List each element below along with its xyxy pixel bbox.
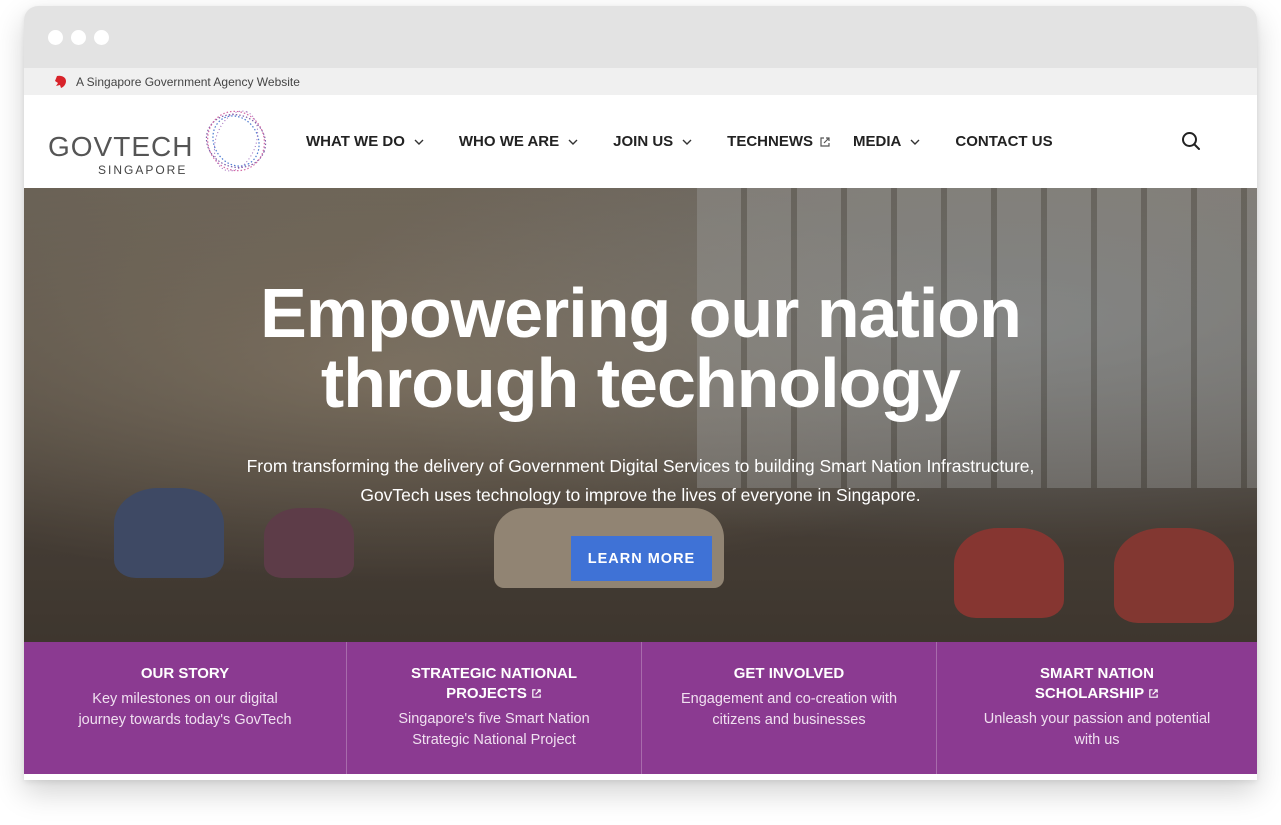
nav-item-label: MEDIA: [853, 133, 902, 150]
main-navigation: GOVTECH SINGAPORE WHAT WE DO WHO WE ARE …: [24, 95, 1257, 188]
lion-head-icon: [55, 75, 66, 88]
external-link-icon: [532, 689, 541, 698]
nav-menu: WHAT WE DO WHO WE ARE JOIN US TECHNEWS M…: [306, 95, 1087, 188]
search-icon[interactable]: [1181, 131, 1201, 151]
card-title: STRATEGIC NATIONAL PROJECTS: [347, 664, 641, 704]
hero-subtitle: From transforming the delivery of Govern…: [24, 452, 1257, 510]
nav-item-contact-us[interactable]: CONTACT US: [955, 133, 1052, 150]
card-strategic-national-projects[interactable]: STRATEGIC NATIONAL PROJECTS Singapore's …: [347, 642, 642, 774]
card-title: GET INVOLVED: [642, 664, 936, 684]
government-masthead: A Singapore Government Agency Website: [24, 68, 1257, 95]
card-description: Singapore's five Smart Nation Strategic …: [347, 709, 641, 750]
nav-item-label: WHAT WE DO: [306, 133, 405, 150]
nav-item-label: TECHNEWS: [727, 133, 814, 150]
card-title-text: PROJECTS: [446, 685, 527, 702]
card-description-line: citizens and businesses: [712, 711, 866, 728]
card-smart-nation-scholarship[interactable]: SMART NATION SCHOLARSHIP Unleash your pa…: [937, 642, 1257, 774]
card-title: OUR STORY: [24, 664, 346, 684]
browser-window: A Singapore Government Agency Website GO…: [24, 6, 1257, 780]
window-dot-close[interactable]: [48, 30, 63, 45]
logo-subtext: SINGAPORE: [98, 163, 188, 177]
chevron-down-icon: [568, 139, 578, 145]
card-description-line: journey towards today's GovTech: [78, 711, 292, 728]
card-description-line: Singapore's five Smart Nation: [398, 711, 590, 727]
masthead-text: A Singapore Government Agency Website: [76, 74, 300, 89]
card-title: SMART NATION SCHOLARSHIP: [937, 664, 1257, 704]
hero-title-line: Empowering our nation: [260, 274, 1022, 352]
external-link-icon: [1149, 689, 1158, 698]
nav-item-join-us[interactable]: JOIN US: [613, 133, 693, 150]
card-description: Key milestones on our digital journey to…: [24, 689, 346, 730]
browser-chrome: [24, 6, 1257, 68]
logo-mark-icon: [205, 110, 267, 172]
nav-item-media[interactable]: MEDIA: [853, 133, 921, 150]
card-description: Engagement and co-creation with citizens…: [642, 689, 936, 730]
card-title-text: GET INVOLVED: [733, 665, 845, 682]
window-dot-minimize[interactable]: [71, 30, 86, 45]
nav-item-who-we-are[interactable]: WHO WE ARE: [459, 133, 579, 150]
learn-more-button[interactable]: LEARN MORE: [571, 536, 712, 581]
card-description-line: Unleash your passion and potential: [983, 711, 1211, 727]
nav-item-label: CONTACT US: [955, 133, 1053, 150]
card-description: Unleash your passion and potential with …: [937, 709, 1257, 750]
logo-wordmark: GOVTECH: [48, 131, 194, 162]
card-title-text: STRATEGIC NATIONAL: [410, 665, 578, 682]
nav-item-label: JOIN US: [613, 133, 674, 150]
window-dot-maximize[interactable]: [94, 30, 109, 45]
card-our-story[interactable]: OUR STORY Key milestones on our digital …: [24, 642, 347, 774]
nav-item-label: WHO WE ARE: [458, 133, 560, 150]
card-get-involved[interactable]: GET INVOLVED Engagement and co-creation …: [642, 642, 937, 774]
hero-title-line: through technology: [320, 344, 961, 422]
external-link-icon: [820, 136, 830, 147]
nav-item-technews[interactable]: TECHNEWS: [727, 133, 831, 150]
card-description-line: Strategic National Project: [412, 731, 576, 748]
hero-banner: Empowering our nation through technology…: [24, 188, 1257, 642]
chevron-down-icon: [682, 139, 692, 145]
card-description-line: Key milestones on our digital: [92, 691, 278, 707]
chevron-down-icon: [414, 139, 424, 145]
hero-subtitle-line: From transforming the delivery of Govern…: [246, 456, 1035, 476]
card-description-line: Engagement and co-creation with: [680, 691, 898, 707]
chevron-down-icon: [910, 139, 920, 145]
nav-item-what-we-do[interactable]: WHAT WE DO: [306, 133, 425, 150]
govtech-logo[interactable]: GOVTECH SINGAPORE: [48, 105, 278, 179]
hero-title: Empowering our nation through technology: [24, 278, 1257, 418]
feature-cards: OUR STORY Key milestones on our digital …: [24, 642, 1257, 774]
card-description-line: with us: [1074, 731, 1120, 748]
card-title-text: OUR STORY: [140, 665, 230, 682]
hero-subtitle-line: GovTech uses technology to improve the l…: [360, 485, 921, 505]
card-title-text: SCHOLARSHIP: [1034, 685, 1145, 702]
card-title-text: SMART NATION: [1040, 665, 1154, 682]
